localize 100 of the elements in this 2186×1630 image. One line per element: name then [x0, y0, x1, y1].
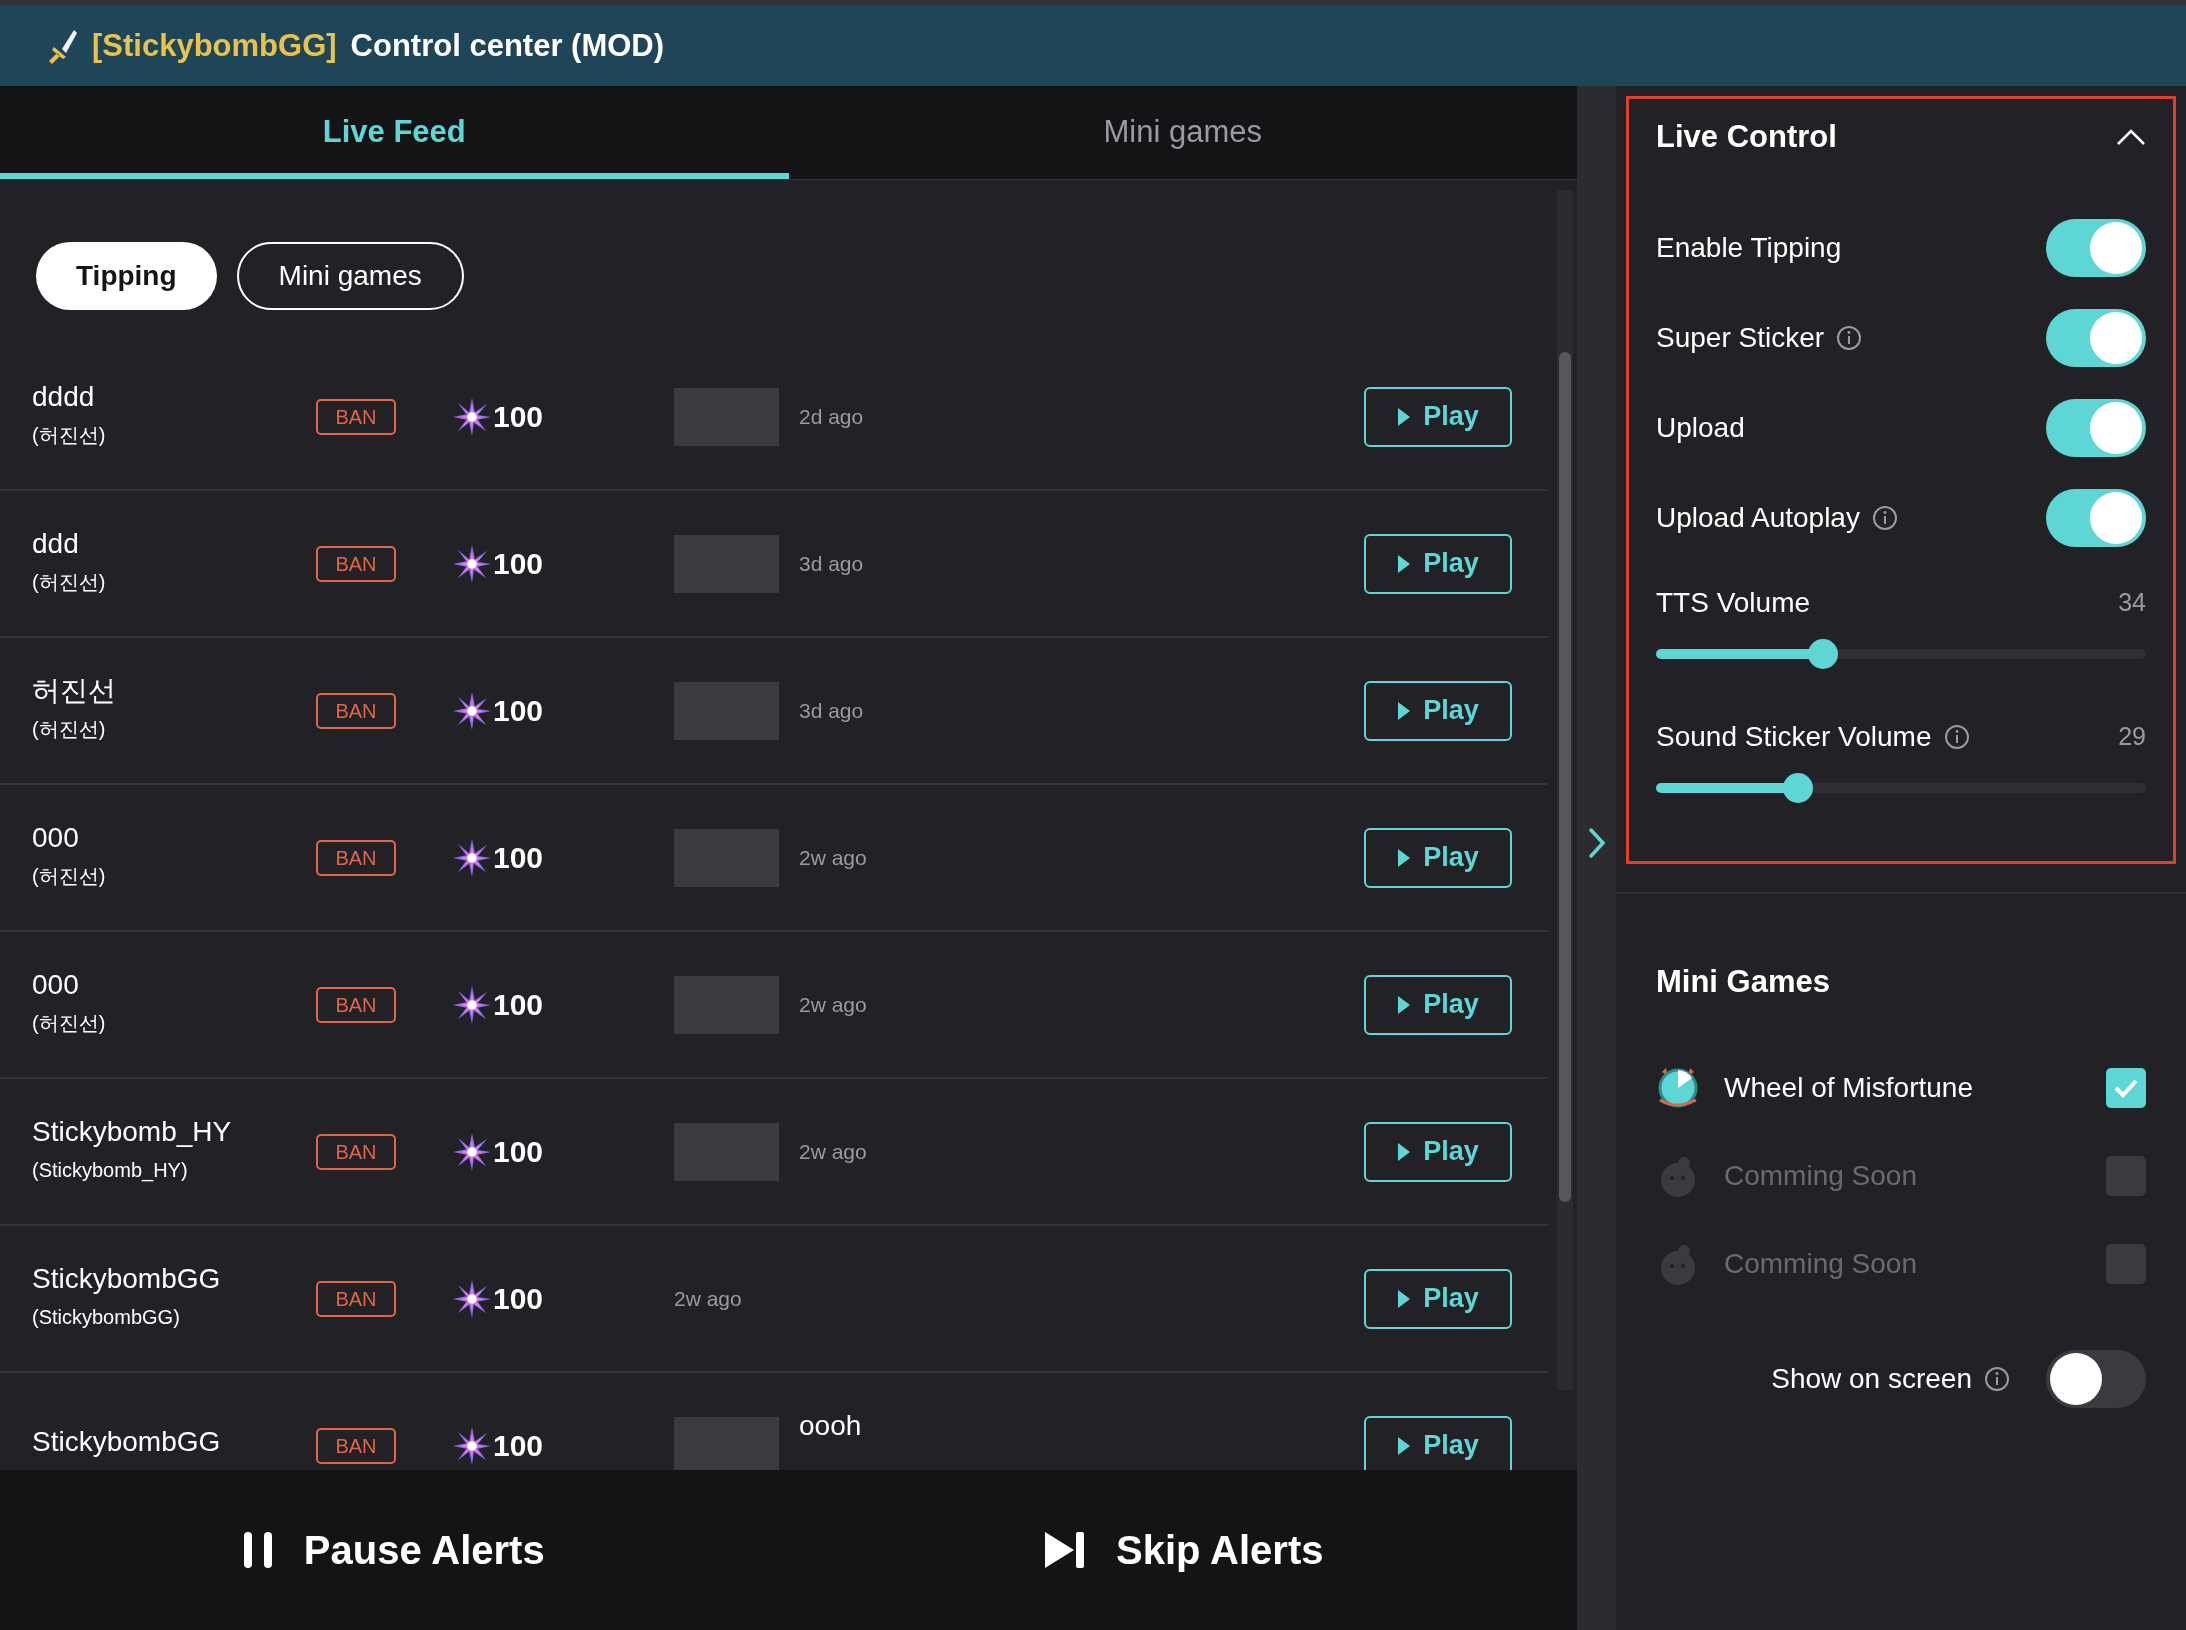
user-name: StickybombGG: [32, 1424, 222, 1459]
slider-track[interactable]: [1656, 773, 2146, 803]
info-icon[interactable]: [1943, 724, 1970, 750]
user-handle: (허진선): [32, 863, 107, 889]
user-name: 허진선: [32, 673, 117, 708]
play-icon: [1397, 994, 1412, 1015]
slider-track[interactable]: [1656, 639, 2146, 669]
setting-label: Sound Sticker Volume: [1656, 720, 1932, 754]
setting-label: Super Sticker: [1656, 321, 1825, 355]
channel-name: [StickybombGG]: [92, 26, 337, 65]
volume-value: 29: [2118, 721, 2146, 753]
time-ago: 2d ago: [799, 403, 864, 430]
sparkle-icon: [453, 838, 491, 877]
tip-amount: 100: [493, 840, 544, 876]
user-name: ddd: [32, 526, 80, 561]
sparkle-icon: [453, 544, 491, 583]
user-handle: (Stickybomb_HY): [32, 1157, 189, 1184]
section-title: Live Control: [1656, 117, 1837, 156]
setting-label: Upload Autoplay: [1656, 501, 1860, 535]
skip-icon: [1044, 1531, 1086, 1569]
play-icon: [1397, 406, 1412, 427]
game-name: Wheel of Misfortune: [1724, 1070, 1974, 1105]
user-name: dddd: [32, 379, 96, 414]
info-icon[interactable]: [1984, 1365, 2010, 1392]
setting-label: Upload: [1656, 411, 1745, 445]
game-name: Comming Soon: [1724, 1158, 1918, 1193]
chevron-right-icon[interactable]: [1587, 827, 1606, 859]
ban-button[interactable]: BAN: [316, 986, 396, 1023]
sparkle-icon: [453, 691, 491, 730]
play-button[interactable]: Play: [1364, 1121, 1512, 1182]
time-ago: 3d ago: [799, 697, 864, 724]
tab[interactable]: Live Feed: [0, 86, 789, 179]
play-button[interactable]: Play: [1364, 533, 1512, 594]
tip-amount: 100: [493, 1428, 544, 1464]
info-icon[interactable]: [1871, 505, 1898, 531]
time-ago: 3d ago: [799, 550, 864, 577]
time-ago: 2w ago: [799, 1138, 867, 1165]
toggle-switch[interactable]: [2046, 489, 2146, 547]
play-icon: [1397, 1435, 1412, 1456]
slider-thumb[interactable]: [1783, 773, 1814, 803]
setting-label: TTS Volume: [1656, 586, 1811, 620]
user-name: 000: [32, 820, 80, 855]
pause-icon: [241, 1531, 274, 1569]
tip-amount: 100: [493, 546, 544, 582]
ban-button[interactable]: BAN: [316, 545, 396, 582]
info-icon[interactable]: [1836, 325, 1863, 351]
ban-button[interactable]: BAN: [316, 398, 396, 435]
filter-chip[interactable]: Tipping: [36, 242, 217, 310]
play-icon: [1397, 1288, 1412, 1309]
toggle-switch[interactable]: [2046, 399, 2146, 457]
volume-value: 34: [2118, 587, 2146, 619]
user-handle: (허진선): [32, 569, 107, 595]
sparkle-icon: [453, 397, 491, 436]
tip-amount: 100: [493, 399, 544, 435]
wheel-icon: [1656, 1065, 1700, 1110]
time-ago: 2w ago: [799, 991, 867, 1018]
user-handle: (허진선): [32, 422, 107, 448]
user-handle: (허진선): [32, 1010, 107, 1036]
user-name: StickybombGG: [32, 1261, 222, 1296]
user-handle: (허진선): [32, 716, 107, 742]
play-button[interactable]: Play: [1364, 680, 1512, 741]
time-ago: 2w ago: [799, 844, 867, 871]
tip-amount: 100: [493, 1281, 544, 1317]
scrollbar-thumb[interactable]: [1559, 352, 1571, 1202]
toggle-switch[interactable]: [2046, 219, 2146, 277]
sparkle-icon: [453, 985, 491, 1024]
user-handle: (StickybombGG): [32, 1304, 181, 1330]
slider-thumb[interactable]: [1807, 639, 1838, 669]
play-button[interactable]: Play: [1364, 827, 1512, 888]
section-title: Mini Games: [1656, 963, 1831, 1001]
sparkle-icon: [453, 1426, 491, 1465]
ban-button[interactable]: BAN: [316, 839, 396, 876]
play-button[interactable]: Play: [1364, 386, 1512, 447]
chevron-up-icon[interactable]: [2116, 128, 2146, 146]
ban-button[interactable]: BAN: [316, 1133, 396, 1170]
message-text: oooh: [799, 1408, 862, 1443]
filter-chip[interactable]: Mini games: [236, 242, 464, 310]
play-icon: [1397, 553, 1412, 574]
game-name: Comming Soon: [1724, 1246, 1918, 1281]
check-icon: [2113, 1077, 2139, 1098]
play-icon: [1397, 847, 1412, 868]
ban-button[interactable]: BAN: [316, 1427, 396, 1464]
tab[interactable]: Mini games: [788, 86, 1577, 179]
time-ago: 2w ago: [674, 1285, 742, 1312]
tip-amount: 100: [493, 693, 544, 729]
ban-button[interactable]: BAN: [316, 1280, 396, 1317]
play-icon: [1397, 700, 1412, 721]
play-button[interactable]: Play: [1364, 1268, 1512, 1329]
user-name: Stickybomb_HY: [32, 1114, 233, 1149]
setting-label: Show on screen: [1771, 1361, 1972, 1396]
ban-button[interactable]: BAN: [316, 692, 396, 729]
tip-amount: 100: [493, 987, 544, 1023]
sparkle-icon: [453, 1132, 491, 1171]
play-button[interactable]: Play: [1364, 974, 1512, 1035]
tip-amount: 100: [493, 1134, 544, 1170]
checkbox[interactable]: [2106, 1067, 2146, 1108]
setting-label: Enable Tipping: [1656, 231, 1842, 265]
toggle-switch[interactable]: [2046, 309, 2146, 367]
user-name: 000: [32, 967, 80, 1002]
sparkle-icon: [453, 1279, 491, 1318]
